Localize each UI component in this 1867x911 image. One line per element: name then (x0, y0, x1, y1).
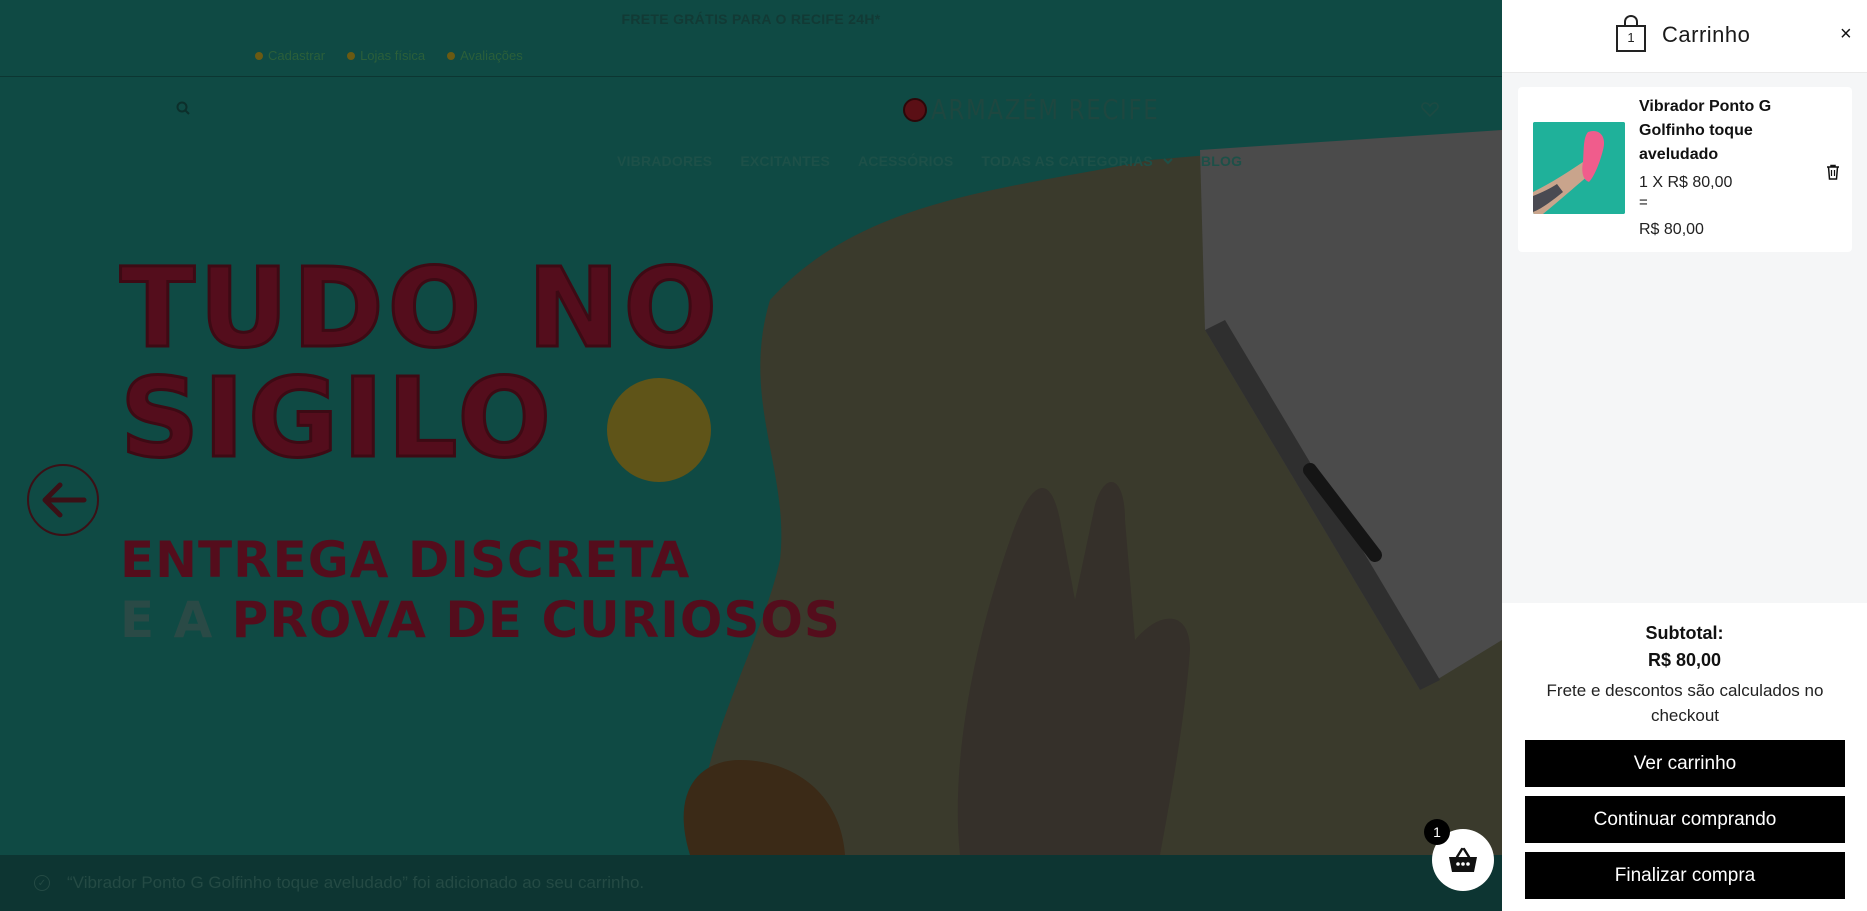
cart-item-quantity-price: 1 X R$ 80,00 (1639, 174, 1733, 191)
main-nav: VIBRADORES EXCITANTES ACESSÓRIOS TODAS A… (617, 153, 1242, 169)
check-circle-icon: ✓ (34, 875, 50, 891)
cart-drawer-header: 1 Carrinho × (1502, 0, 1867, 73)
star-icon (447, 51, 456, 60)
cart-drawer: 1 Carrinho × Vibrador Ponto G Golfinho t… (1502, 0, 1867, 911)
cart-item-total: R$ 80,00 (1639, 221, 1704, 238)
site-logo[interactable]: ARMAZÉM RECIFE (903, 93, 1210, 126)
view-cart-button[interactable]: Ver carrinho (1525, 740, 1845, 787)
basket-icon (1449, 847, 1477, 872)
floating-cart-button[interactable]: 1 (1424, 819, 1494, 891)
top-link-stores[interactable]: Lojas física (347, 48, 425, 63)
cart-summary: Subtotal: R$ 80,00 Frete e descontos são… (1502, 603, 1867, 911)
wishlist-heart-icon[interactable] (1421, 101, 1439, 117)
nav-excitantes[interactable]: EXCITANTES (740, 153, 830, 169)
cart-count: 1 (1627, 30, 1635, 45)
chevron-down-icon (1163, 157, 1173, 164)
subtotal-label: Subtotal: (1645, 623, 1724, 643)
cart-count-badge: 1 (1424, 819, 1450, 845)
nav-blog[interactable]: BLOG (1201, 153, 1242, 169)
top-link-register[interactable]: Cadastrar (255, 48, 325, 63)
logo-wordmark: ARMAZÉM RECIFE (931, 93, 1160, 126)
top-links: Cadastrar Lojas física Avaliações (255, 48, 523, 63)
hero-subtitle: ENTREGA DISCRETA E A PROVA DE CURIOSOS (120, 531, 841, 649)
cart-drawer-title: Carrinho (1662, 22, 1751, 47)
carousel-prev-button[interactable] (27, 464, 99, 536)
continue-shopping-button[interactable]: Continuar comprando (1525, 796, 1845, 843)
cart-item-equals: = (1639, 194, 1648, 211)
top-link-reviews[interactable]: Avaliações (447, 48, 523, 63)
subtotal-value: R$ 80,00 (1647, 650, 1722, 670)
checkout-button[interactable]: Finalizar compra (1525, 852, 1845, 899)
nav-vibradores[interactable]: VIBRADORES (617, 153, 712, 169)
pin-icon (347, 51, 356, 60)
apple-icon (903, 97, 927, 122)
trash-icon[interactable] (1826, 164, 1840, 180)
announcement-bar: FRETE GRÁTIS PARA O RECIFE 24H* (0, 0, 1502, 40)
notice-text: “Vibrador Ponto G Golfinho toque aveluda… (67, 873, 645, 892)
product-thumbnail[interactable] (1533, 122, 1625, 214)
shipping-note: Frete e descontos são calculados no chec… (1546, 681, 1824, 725)
header-divider (0, 76, 1502, 77)
nav-all-categories[interactable]: TODAS AS CATEGORIAS (981, 153, 1173, 169)
nav-acessorios[interactable]: ACESSÓRIOS (858, 153, 953, 169)
search-icon[interactable] (176, 101, 190, 115)
cart-item-name[interactable]: Vibrador Ponto G Golfinho toque aveludad… (1639, 95, 1809, 167)
announcement-text: FRETE GRÁTIS PARA O RECIFE 24H* (621, 11, 881, 27)
close-icon[interactable]: × (1840, 24, 1852, 44)
shush-emoji-icon (607, 378, 711, 482)
arrow-left-icon (42, 482, 87, 518)
added-to-cart-notice: ✓ “Vibrador Ponto G Golfinho toque avelu… (0, 855, 1502, 911)
pin-icon (255, 51, 263, 60)
cart-item: Vibrador Ponto G Golfinho toque aveludad… (1518, 87, 1852, 252)
